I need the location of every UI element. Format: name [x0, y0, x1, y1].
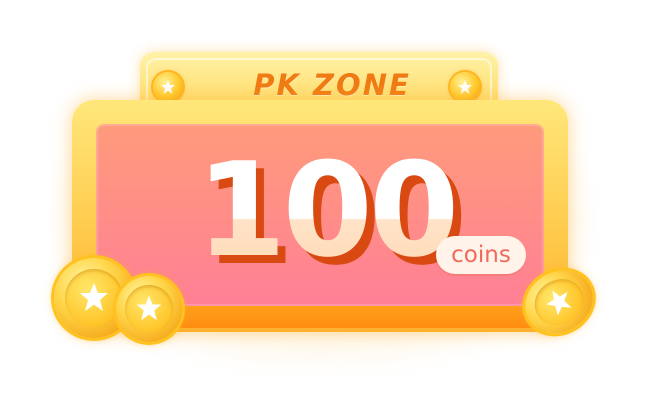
- coin-amount: 100 100: [196, 134, 467, 290]
- coin-unit-label: coins: [436, 236, 526, 274]
- star-rivet-icon: [450, 72, 480, 102]
- badge-title: PK ZONE: [253, 68, 411, 102]
- gold-star-coin-icon: [116, 276, 182, 342]
- star-rivet-icon: [153, 72, 183, 102]
- coin-amount-value: 100: [196, 134, 459, 286]
